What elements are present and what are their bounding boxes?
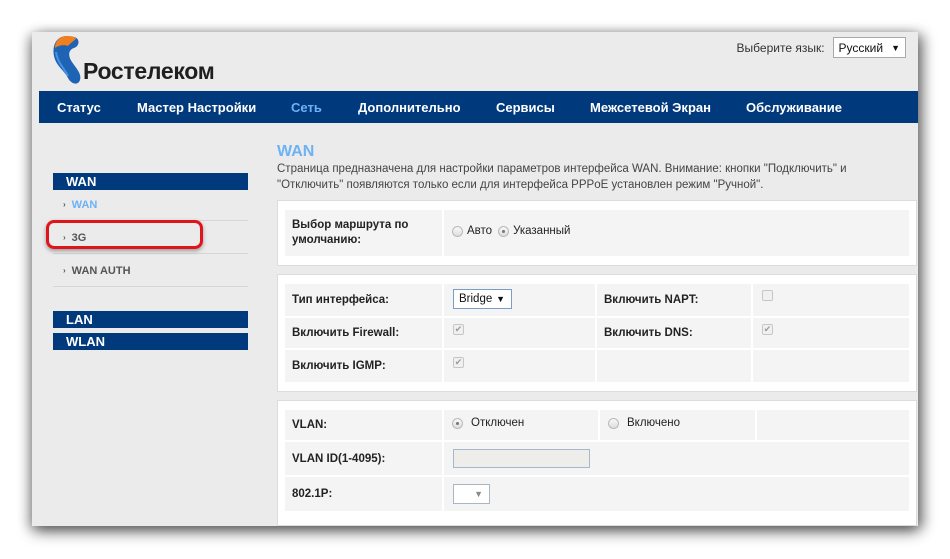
route-specified-radio[interactable] xyxy=(498,225,510,237)
interface-panel: Тип интерфейса: Bridge ▼ Включить NAPT: … xyxy=(277,274,917,392)
vlan-disabled-option: Отключен xyxy=(452,417,524,429)
language-label: Выберите язык: xyxy=(736,40,825,55)
sidebar-section-wan[interactable]: WAN xyxy=(53,173,248,190)
sidebar-item-wan[interactable]: › WAN xyxy=(53,189,248,221)
vlan-id-input[interactable] xyxy=(453,449,590,468)
page-description: Страница предназначена для настройки пар… xyxy=(277,163,847,191)
vlan-enabled-option: Включено xyxy=(608,417,680,429)
language-value: Русский xyxy=(838,40,884,55)
main-nav: Статус Мастер Настройки Сеть Дополнитель… xyxy=(39,91,918,123)
chevron-down-icon: ▼ xyxy=(496,294,505,304)
dns-label: Включить DNS: xyxy=(604,327,693,339)
sidebar-item-label: WAN AUTH xyxy=(71,264,131,277)
firewall-checkbox[interactable]: ✔ xyxy=(453,324,464,335)
nav-item-maintenance[interactable]: Обслуживание xyxy=(746,100,842,115)
nav-item-firewall[interactable]: Межсетевой Экран xyxy=(590,100,711,115)
bullet-icon: › xyxy=(63,200,66,209)
bullet-icon: › xyxy=(63,266,66,275)
chevron-down-icon: ▼ xyxy=(474,489,483,499)
interface-type-value: Bridge xyxy=(459,293,493,305)
chevron-down-icon: ▼ xyxy=(891,42,900,53)
logo-mark-icon xyxy=(53,36,81,84)
route-specified-label: Указанный xyxy=(513,225,571,237)
highlight-annotation xyxy=(46,220,203,249)
route-value-cell: Авто Указанный xyxy=(444,210,909,256)
interface-type-label: Тип интерфейса: xyxy=(292,294,390,306)
route-panel: Выбор маршрута по умолчанию: Авто Указан… xyxy=(277,200,917,266)
sidebar-item-label: WAN xyxy=(71,198,98,211)
route-label: Выбор маршрута по умолчанию: xyxy=(292,219,409,246)
sidebar-section-lan[interactable]: LAN xyxy=(53,311,248,328)
vlan-panel: VLAN: Отключен Включено VLAN ID(1-4095):… xyxy=(277,400,917,526)
nav-item-advanced[interactable]: Дополнительно xyxy=(358,100,461,115)
rostelecom-logo: Ростелеком xyxy=(50,34,250,88)
brand-name: Ростелеком xyxy=(83,58,215,84)
8021p-label: 802.1P: xyxy=(292,488,333,500)
sidebar-item-wan-auth[interactable]: › WAN AUTH xyxy=(53,255,248,287)
empty-cell xyxy=(597,350,751,382)
route-options: Авто Указанный xyxy=(452,225,570,237)
vlan-disabled-label: Отключен xyxy=(471,417,525,429)
vlan-id-label: VLAN ID(1-4095): xyxy=(292,453,386,465)
vlan-disabled-radio[interactable] xyxy=(452,417,463,429)
empty-cell xyxy=(753,350,909,382)
route-label-cell: Выбор маршрута по умолчанию: xyxy=(285,210,442,256)
language-dropdown[interactable]: Русский ▼ xyxy=(832,37,906,58)
language-selector: Выберите язык: Русский ▼ xyxy=(737,37,906,58)
interface-type-select[interactable]: Bridge ▼ xyxy=(453,289,512,309)
napt-label: Включить NAPT: xyxy=(604,294,699,306)
empty-cell xyxy=(757,410,909,440)
vlan-enabled-label: Включено xyxy=(627,417,681,429)
napt-checkbox[interactable] xyxy=(762,290,773,301)
router-admin-window: Ростелеком Выберите язык: Русский ▼ Стат… xyxy=(32,32,918,526)
nav-item-wizard[interactable]: Мастер Настройки xyxy=(137,100,256,115)
8021p-select[interactable]: ▼ xyxy=(453,484,490,504)
nav-item-network[interactable]: Сеть xyxy=(291,100,322,115)
page-title: WAN xyxy=(277,143,315,160)
firewall-label: Включить Firewall: xyxy=(292,327,400,339)
sidebar-section-wlan[interactable]: WLAN xyxy=(53,333,248,350)
igmp-checkbox[interactable]: ✔ xyxy=(453,357,464,368)
nav-item-status[interactable]: Статус xyxy=(57,100,101,115)
vlan-enabled-radio[interactable] xyxy=(608,417,619,429)
igmp-label: Включить IGMP: xyxy=(292,360,386,372)
route-auto-label: Авто xyxy=(467,225,493,237)
vlan-label: VLAN: xyxy=(292,419,328,431)
dns-checkbox[interactable]: ✔ xyxy=(762,324,773,335)
nav-item-services[interactable]: Сервисы xyxy=(496,100,555,115)
route-auto-radio[interactable] xyxy=(452,225,463,237)
